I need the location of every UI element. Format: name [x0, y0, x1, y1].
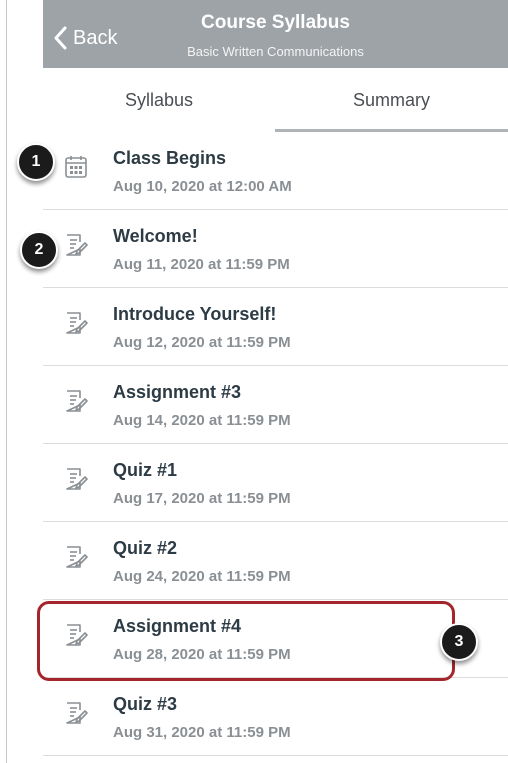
assignment-icon	[66, 546, 88, 568]
list-item[interactable]: Quiz #2 Aug 24, 2020 at 11:59 PM	[43, 522, 508, 600]
calendar-icon	[65, 156, 87, 178]
assignment-icon	[66, 390, 88, 412]
item-title: Assignment #4	[113, 616, 242, 636]
item-title: Quiz #1	[113, 460, 178, 480]
tab-bar: Syllabus Summary	[43, 68, 508, 132]
item-title: Assignment #3	[113, 382, 242, 402]
callout-badge: 1	[17, 143, 55, 181]
item-date: Aug 24, 2020 at 11:59 PM	[113, 568, 291, 585]
item-date: Aug 11, 2020 at 11:59 PM	[113, 256, 290, 273]
item-title: Quiz #2	[113, 538, 178, 558]
assignment-icon	[66, 234, 88, 256]
page-title: Course Syllabus	[201, 12, 350, 33]
item-title: Class Begins	[113, 148, 227, 168]
list-item[interactable]: Quiz #3 Aug 31, 2020 at 11:59 PM	[43, 678, 508, 756]
list-item[interactable]: Introduce Yourself! Aug 12, 2020 at 11:5…	[43, 288, 508, 366]
item-date: Aug 14, 2020 at 11:59 PM	[113, 412, 291, 429]
list-item[interactable]: Class Begins Aug 10, 2020 at 12:00 AM	[43, 132, 508, 210]
assignment-icon	[66, 468, 88, 490]
list-item[interactable]: Quiz #1 Aug 17, 2020 at 11:59 PM	[43, 444, 508, 522]
callout-badge: 3	[440, 623, 478, 661]
item-title: Introduce Yourself!	[113, 304, 277, 324]
assignment-icon	[66, 312, 88, 334]
list-item[interactable]: Assignment #3 Aug 14, 2020 at 11:59 PM	[43, 366, 508, 444]
assignment-icon	[66, 624, 88, 646]
page-subtitle: Basic Written Communications	[187, 44, 364, 59]
item-date: Aug 28, 2020 at 11:59 PM	[113, 646, 291, 663]
callout-badge: 2	[20, 231, 58, 269]
item-date: Aug 12, 2020 at 11:59 PM	[113, 334, 291, 351]
assignment-icon	[66, 702, 88, 724]
tab-syllabus[interactable]: Syllabus	[43, 68, 275, 132]
item-date: Aug 10, 2020 at 12:00 AM	[113, 178, 292, 195]
navigation-bar: Back Course Syllabus Basic Written Commu…	[43, 0, 508, 68]
list-item[interactable]: Assignment #4 Aug 28, 2020 at 11:59 PM	[43, 600, 508, 678]
tab-summary[interactable]: Summary	[275, 68, 508, 132]
item-title: Quiz #3	[113, 694, 178, 714]
summary-list: Class Begins Aug 10, 2020 at 12:00 AM We…	[43, 132, 508, 756]
list-item[interactable]: Welcome! Aug 11, 2020 at 11:59 PM	[43, 210, 508, 288]
item-date: Aug 17, 2020 at 11:59 PM	[113, 490, 291, 507]
item-title: Welcome!	[113, 226, 198, 246]
item-date: Aug 31, 2020 at 11:59 PM	[113, 724, 291, 741]
